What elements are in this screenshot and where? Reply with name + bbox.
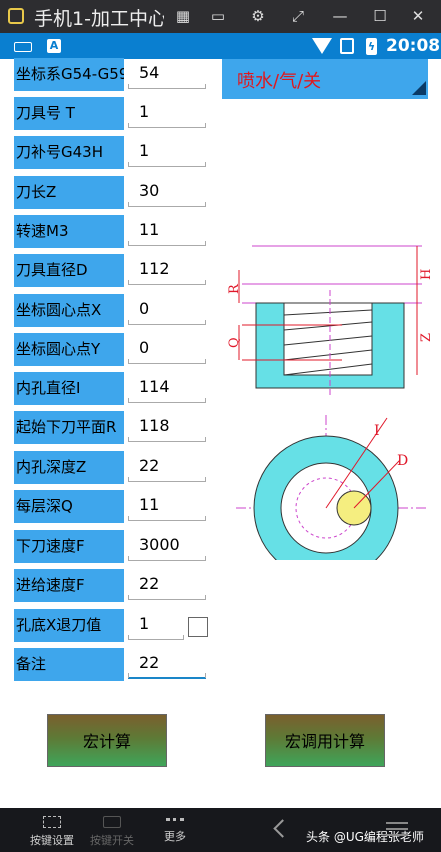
- macro-call-calc-button[interactable]: 宏调用计算: [265, 714, 385, 767]
- dim-label-i: I: [374, 423, 380, 439]
- field-label: 下刀速度F: [14, 530, 124, 563]
- field-label: 进给速度F: [14, 569, 124, 602]
- key-toggle-button[interactable]: 按键开关: [80, 808, 144, 852]
- minimize-button[interactable]: —: [330, 6, 350, 26]
- status-bar: A ϟ 20:08: [0, 33, 441, 59]
- emulator-logo-icon: [8, 8, 24, 24]
- key-settings-label: 按键设置: [30, 834, 74, 847]
- field-label: 刀具直径D: [14, 254, 124, 287]
- field-label: 转速M3: [14, 215, 124, 248]
- back-arrow-icon[interactable]: [273, 819, 292, 838]
- field-label: 坐标圆心点X: [14, 294, 124, 327]
- field-label: 刀具号 T: [14, 97, 124, 130]
- field-label: 孔底X退刀值: [14, 609, 124, 642]
- settings-gear-icon[interactable]: ⚙: [248, 6, 268, 26]
- field-input[interactable]: 22: [128, 452, 206, 482]
- key-settings-button[interactable]: 按键设置: [20, 808, 84, 852]
- dim-label-d: D: [397, 453, 408, 469]
- field-label: 内孔直径I: [14, 372, 124, 405]
- wifi-icon: [312, 38, 332, 54]
- field-input[interactable]: 11: [128, 491, 206, 521]
- key-toggle-label: 按键开关: [90, 834, 134, 847]
- field-input[interactable]: 11: [128, 216, 206, 246]
- key-toggle-icon: [103, 816, 121, 828]
- field-label: 刀长Z: [14, 176, 124, 209]
- field-label: 内孔深度Z: [14, 451, 124, 484]
- keyboard-grid-icon: [43, 816, 61, 828]
- dim-label-r: R: [227, 283, 242, 294]
- field-input[interactable]: 114: [128, 373, 206, 403]
- status-clock: 20:08: [386, 36, 441, 56]
- more-dots-icon: [166, 818, 184, 824]
- coolant-select[interactable]: 喷水/气/关: [222, 59, 428, 99]
- bottom-navigation: 按键设置 按键开关 更多 头条 @UG编程张老师: [0, 808, 441, 852]
- field-label: 备注: [14, 648, 124, 681]
- fullscreen-icon[interactable]: ⤢: [288, 6, 308, 26]
- field-label: 坐标系G54-G59: [14, 58, 124, 91]
- close-button[interactable]: ✕: [408, 6, 428, 26]
- field-label: 起始下刀平面R: [14, 411, 124, 444]
- field-input[interactable]: 0: [128, 334, 206, 364]
- more-button[interactable]: 更多: [143, 808, 207, 852]
- keyboard-icon: [14, 42, 32, 52]
- maximize-button[interactable]: ☐: [370, 6, 390, 26]
- more-label: 更多: [164, 830, 186, 843]
- field-input[interactable]: 0: [128, 295, 206, 325]
- field-input[interactable]: 118: [128, 412, 206, 442]
- field-label: 每层深Q: [14, 490, 124, 523]
- field-input[interactable]: 54: [128, 59, 206, 89]
- qr-code-icon[interactable]: ▦: [173, 6, 193, 26]
- macro-calc-button[interactable]: 宏计算: [47, 714, 167, 767]
- battery-charging-icon: ϟ: [366, 38, 377, 55]
- menu-icon[interactable]: [386, 822, 408, 836]
- dim-label-h: H: [419, 269, 434, 280]
- field-label: 刀补号G43H: [14, 136, 124, 169]
- field-label: 坐标圆心点Y: [14, 333, 124, 366]
- message-icon[interactable]: ▭: [208, 6, 228, 26]
- coolant-select-value: 喷水/气/关: [237, 71, 322, 92]
- field-input[interactable]: 1: [128, 610, 184, 640]
- emulator-title: 手机1-加工中心: [34, 8, 164, 30]
- a-notification-icon: A: [47, 39, 61, 53]
- emulator-title-bar: 手机1-加工中心 ▦ ▭ ⚙ ⤢ — ☐ ✕: [0, 0, 441, 33]
- dropdown-arrow-icon: [412, 81, 426, 95]
- field-input[interactable]: 1: [128, 137, 206, 167]
- retract-checkbox[interactable]: [188, 617, 208, 637]
- field-input[interactable]: 22: [128, 570, 206, 600]
- no-sim-icon: [340, 38, 354, 54]
- field-input[interactable]: 1: [128, 98, 206, 128]
- field-input[interactable]: 22: [128, 649, 206, 679]
- field-input[interactable]: 112: [128, 255, 206, 285]
- dim-label-q: Q: [227, 337, 242, 348]
- hole-milling-diagram: H Z R Q I D: [227, 245, 434, 560]
- field-input[interactable]: 3000: [128, 531, 206, 561]
- dim-label-z: Z: [419, 333, 434, 342]
- field-input[interactable]: 30: [128, 177, 206, 207]
